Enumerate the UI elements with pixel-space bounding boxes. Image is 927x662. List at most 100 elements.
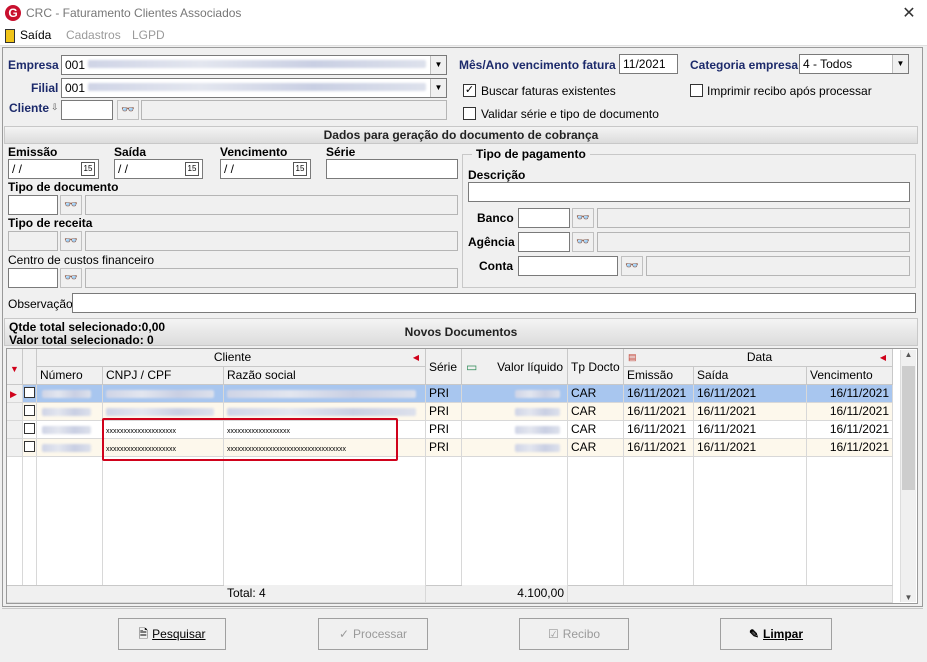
- search-binoculars-icon[interactable]: 👓: [60, 268, 82, 288]
- cliente-code-input[interactable]: [61, 100, 113, 120]
- close-icon[interactable]: ✕: [900, 3, 918, 23]
- row-checkbox[interactable]: [23, 421, 37, 439]
- col-cnpj[interactable]: CNPJ / CPF: [103, 367, 224, 385]
- col-vencimento[interactable]: Vencimento: [807, 367, 893, 385]
- vencimento-cell: 16/11/2021: [807, 403, 893, 421]
- emissao-cell: 16/11/2021: [624, 421, 694, 439]
- menu-cadastros[interactable]: Cadastros: [66, 28, 121, 42]
- col-serie[interactable]: Série: [426, 349, 462, 385]
- chevron-down-icon[interactable]: ▼: [430, 79, 446, 97]
- banco-desc: [597, 208, 910, 228]
- col-emissao[interactable]: Emissão: [624, 367, 694, 385]
- emissao-cell-text: 16/11/2021: [627, 422, 687, 436]
- redacted-text: [515, 444, 560, 452]
- buscar-checkbox[interactable]: ✓: [463, 84, 476, 97]
- imprimir-label: Imprimir recibo após processar: [707, 84, 872, 98]
- valor-cell: [462, 439, 568, 457]
- conta-input[interactable]: [518, 256, 618, 276]
- redacted-text: [88, 60, 426, 68]
- tpdocto-cell-text: CAR: [571, 386, 597, 400]
- sort-down-icon[interactable]: ▼: [10, 361, 19, 378]
- limpar-button[interactable]: ✎ Limpar: [720, 618, 832, 650]
- calendar-icon[interactable]: 15: [81, 162, 95, 176]
- serie-cell-text: PRI: [429, 440, 450, 454]
- calendar-icon[interactable]: 15: [293, 162, 307, 176]
- serie-input[interactable]: [326, 159, 458, 179]
- empresa-select[interactable]: 001 ▼: [61, 55, 447, 75]
- scroll-down-icon[interactable]: ▼: [901, 593, 916, 602]
- serie-cell-text: PRI: [429, 404, 450, 418]
- vencimento-cell-text: 16/11/2021: [829, 422, 889, 436]
- filial-select[interactable]: 001 ▼: [61, 78, 447, 98]
- mes-ano-input[interactable]: 11/2021: [619, 54, 678, 74]
- observacao-label: Observação: [8, 297, 73, 311]
- row-select-checkbox[interactable]: [24, 441, 35, 452]
- recibo-button[interactable]: ☑ Recibo: [519, 618, 629, 650]
- col-numero[interactable]: Número: [37, 367, 103, 385]
- col-saida[interactable]: Saída: [694, 367, 807, 385]
- observacao-input[interactable]: [72, 293, 916, 313]
- search-binoculars-icon[interactable]: 👓: [572, 232, 594, 252]
- scroll-thumb[interactable]: [902, 366, 915, 490]
- col-razao[interactable]: Razão social: [224, 367, 426, 385]
- menu-saida[interactable]: Saída: [20, 28, 51, 42]
- row-select-checkbox[interactable]: [24, 387, 35, 398]
- centro-custos-input[interactable]: [8, 268, 58, 288]
- row-checkbox[interactable]: [23, 439, 37, 457]
- emissao-cell-text: 16/11/2021: [627, 404, 687, 418]
- col-tpdocto[interactable]: Tp Docto: [568, 349, 624, 385]
- tipo-receita-input[interactable]: [8, 231, 58, 251]
- scroll-up-icon[interactable]: ▲: [901, 350, 916, 364]
- row-select-checkbox[interactable]: [24, 423, 35, 434]
- cnpj-cell: [103, 385, 224, 403]
- menu-lgpd[interactable]: LGPD: [132, 28, 165, 42]
- current-row-icon: ▶: [10, 389, 17, 399]
- tpdocto-cell: CAR: [568, 385, 624, 403]
- categoria-select[interactable]: 4 - Todos ▼: [799, 54, 909, 74]
- descricao-input[interactable]: [468, 182, 910, 202]
- row-indicator[interactable]: ▶: [7, 385, 23, 403]
- search-binoculars-icon[interactable]: 👓: [117, 100, 139, 120]
- chevron-down-icon[interactable]: ▼: [892, 55, 908, 73]
- saida-cell: 16/11/2021: [694, 385, 807, 403]
- checkbox-header: [23, 349, 37, 385]
- search-binoculars-icon[interactable]: 👓: [60, 195, 82, 215]
- emissao-date-input[interactable]: / / 15: [8, 159, 99, 179]
- row-indicator[interactable]: [7, 403, 23, 421]
- row-indicator[interactable]: [7, 439, 23, 457]
- banco-label: Banco: [477, 211, 514, 225]
- validar-checkbox[interactable]: [463, 107, 476, 120]
- calendar-icon[interactable]: 15: [185, 162, 199, 176]
- money-icon: ▭: [466, 360, 478, 374]
- emissao-cell-text: 16/11/2021: [627, 386, 687, 400]
- row-checkbox[interactable]: [23, 385, 37, 403]
- row-indicator[interactable]: [7, 421, 23, 439]
- agencia-input[interactable]: [518, 232, 570, 252]
- processar-button[interactable]: ✓ Processar: [318, 618, 428, 650]
- row-indicator-header: ▼: [7, 349, 23, 385]
- search-binoculars-icon[interactable]: 👓: [60, 231, 82, 251]
- redacted-text: [42, 444, 91, 452]
- tpdocto-cell-text: CAR: [571, 422, 597, 436]
- categoria-value: 4 - Todos: [803, 57, 853, 71]
- emissao-cell: 16/11/2021: [624, 439, 694, 457]
- saida-date-input[interactable]: / / 15: [114, 159, 203, 179]
- tipo-documento-input[interactable]: [8, 195, 58, 215]
- search-binoculars-icon[interactable]: 👓: [621, 256, 643, 276]
- collapse-left-icon[interactable]: ◀: [880, 349, 886, 366]
- chevron-down-icon[interactable]: ▼: [430, 56, 446, 74]
- banco-input[interactable]: [518, 208, 570, 228]
- grid-scrollbar[interactable]: ▲ ▼: [900, 350, 916, 602]
- row-checkbox[interactable]: [23, 403, 37, 421]
- row-select-checkbox[interactable]: [24, 405, 35, 416]
- vencimento-date-input[interactable]: / / 15: [220, 159, 311, 179]
- conta-desc: [646, 256, 910, 276]
- imprimir-checkbox[interactable]: [690, 84, 703, 97]
- redacted-text: [42, 408, 91, 416]
- pesquisar-button[interactable]: 🗎 Pesquisar: [118, 618, 226, 650]
- search-binoculars-icon[interactable]: 👓: [572, 208, 594, 228]
- emissao-cell-text: 16/11/2021: [627, 440, 687, 454]
- col-valor[interactable]: ▭ Valor líquido: [462, 349, 568, 385]
- tpdocto-cell: CAR: [568, 421, 624, 439]
- collapse-left-icon[interactable]: ◀: [413, 349, 419, 366]
